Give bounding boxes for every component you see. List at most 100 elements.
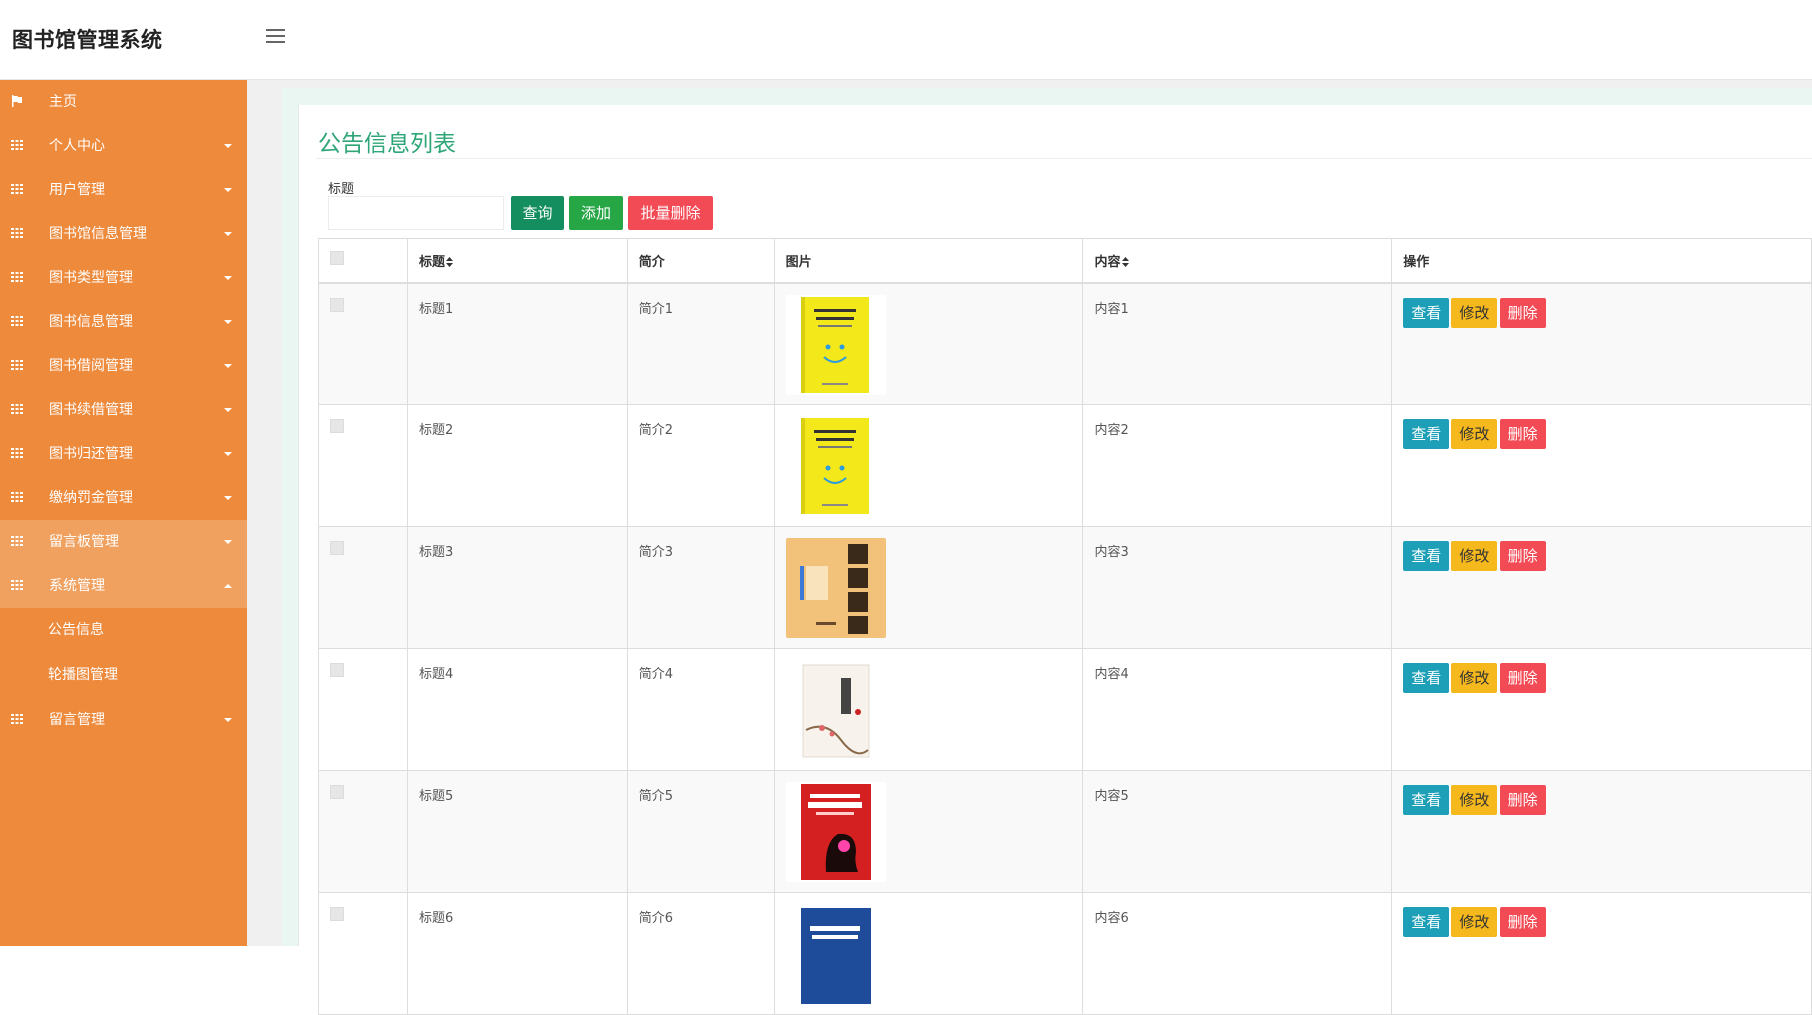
sidebar-item-book-info[interactable]: 图书信息管理 (0, 300, 247, 344)
column-header-image: 图片 (773, 238, 1084, 284)
cell-title: 标题4 (406, 648, 628, 771)
chevron-down-icon (224, 276, 232, 280)
sort-icon (1121, 257, 1129, 268)
edit-button[interactable]: 修改 (1451, 785, 1498, 815)
cell-intro: 简介2 (626, 404, 775, 527)
book-cover-image (785, 782, 886, 882)
sidebar-subitem-carousel[interactable]: 轮播图管理 (0, 653, 247, 698)
delete-button[interactable]: 删除 (1499, 785, 1546, 815)
book-cover-image (785, 416, 886, 516)
sidebar-item-home[interactable]: 主页 (0, 80, 247, 124)
row-checkbox[interactable] (330, 541, 344, 555)
batch-delete-button[interactable]: 批量删除 (628, 196, 713, 230)
edit-button[interactable]: 修改 (1451, 541, 1498, 571)
column-header-title[interactable]: 标题 (406, 238, 628, 284)
chevron-down-icon (224, 452, 232, 456)
column-header-content[interactable]: 内容 (1082, 238, 1393, 284)
grid-icon (11, 228, 23, 238)
column-header-label: 内容 (1094, 254, 1121, 270)
sidebar-item-book-type[interactable]: 图书类型管理 (0, 256, 247, 300)
sidebar-item-label: 系统管理 (49, 578, 105, 594)
row-checkbox[interactable] (330, 419, 344, 433)
grid-icon (11, 404, 23, 414)
delete-button[interactable]: 删除 (1499, 541, 1546, 571)
row-checkbox[interactable] (330, 907, 344, 921)
view-button[interactable]: 查看 (1403, 785, 1450, 815)
cell-content: 内容5 (1082, 770, 1393, 893)
view-button[interactable]: 查看 (1403, 419, 1450, 449)
cell-content: 内容3 (1082, 526, 1393, 649)
flag-icon (12, 95, 22, 107)
delete-button[interactable]: 删除 (1499, 419, 1546, 449)
delete-button[interactable]: 删除 (1499, 907, 1546, 937)
cell-title: 标题1 (406, 282, 628, 405)
sidebar-item-label: 图书续借管理 (49, 402, 133, 418)
book-cover-image (785, 660, 886, 760)
sidebar-item-label: 缴纳罚金管理 (49, 490, 133, 506)
search-input[interactable] (328, 196, 504, 230)
cell-intro: 简介4 (626, 648, 775, 771)
edit-button[interactable]: 修改 (1451, 907, 1498, 937)
chevron-down-icon (224, 408, 232, 412)
delete-button[interactable]: 删除 (1499, 297, 1546, 328)
sidebar-item-book-borrow[interactable]: 图书借阅管理 (0, 344, 247, 388)
cell-content: 内容2 (1082, 404, 1393, 527)
search-label: 标题 (328, 182, 355, 197)
view-button[interactable]: 查看 (1403, 663, 1450, 693)
cell-title: 标题2 (406, 404, 628, 527)
sidebar-item-label: 留言管理 (49, 712, 105, 728)
grid-icon (11, 536, 23, 546)
view-button[interactable]: 查看 (1403, 541, 1450, 571)
query-button[interactable]: 查询 (511, 196, 564, 230)
chevron-up-icon (224, 584, 232, 588)
table-row: 标题1 简介1 内容1 查看 修改 删除 (318, 282, 1812, 405)
edit-button[interactable]: 修改 (1451, 419, 1498, 449)
add-button[interactable]: 添加 (569, 196, 623, 230)
sidebar-item-personal-center[interactable]: 个人中心 (0, 124, 247, 168)
sort-icon (445, 257, 453, 268)
view-button[interactable]: 查看 (1403, 297, 1450, 328)
sidebar: 主页 个人中心 用户管理 图书馆信息管理 图书类型管理 图书信息管理 图书借阅管… (0, 80, 247, 946)
divider (316, 158, 1812, 159)
sidebar-item-book-return[interactable]: 图书归还管理 (0, 432, 247, 476)
row-checkbox[interactable] (330, 663, 344, 677)
table-header-row: 标题 简介 图片 内容 操作 (318, 238, 1812, 284)
row-checkbox[interactable] (330, 785, 344, 799)
menu-toggle-icon[interactable] (266, 29, 285, 43)
chevron-down-icon (224, 540, 232, 544)
sidebar-item-label: 图书信息管理 (49, 314, 133, 330)
sidebar-item-fine-payment[interactable]: 缴纳罚金管理 (0, 476, 247, 520)
chevron-down-icon (224, 144, 232, 148)
row-checkbox[interactable] (330, 297, 344, 312)
chevron-down-icon (224, 320, 232, 324)
edit-button[interactable]: 修改 (1451, 663, 1498, 693)
grid-icon (11, 316, 23, 326)
sidebar-item-system-management[interactable]: 系统管理 (0, 564, 247, 608)
sidebar-item-label: 图书借阅管理 (49, 358, 133, 374)
sidebar-item-message-management[interactable]: 留言管理 (0, 698, 247, 742)
edit-button[interactable]: 修改 (1451, 297, 1498, 328)
table-row: 标题6 简介6 内容6 查看 修改 删除 (318, 892, 1812, 1015)
grid-icon (11, 492, 23, 502)
sidebar-item-book-renew[interactable]: 图书续借管理 (0, 388, 247, 432)
view-button[interactable]: 查看 (1403, 907, 1450, 937)
sidebar-item-user-management[interactable]: 用户管理 (0, 168, 247, 212)
book-cover-image (785, 538, 886, 638)
grid-icon (11, 272, 23, 282)
sidebar-item-message-board[interactable]: 留言板管理 (0, 520, 247, 564)
grid-icon (11, 448, 23, 458)
sidebar-item-label: 个人中心 (49, 138, 105, 154)
sidebar-item-library-info[interactable]: 图书馆信息管理 (0, 212, 247, 256)
column-header-label: 图片 (785, 254, 812, 270)
table-row: 标题5 简介5 内容5 查看 修改 删除 (318, 770, 1812, 893)
delete-button[interactable]: 删除 (1499, 663, 1546, 693)
cell-content: 内容1 (1082, 282, 1393, 405)
sidebar-subitem-announcement[interactable]: 公告信息 (0, 608, 247, 653)
cell-title: 标题3 (406, 526, 628, 649)
cell-image (773, 648, 1084, 771)
select-all-checkbox[interactable] (330, 251, 344, 266)
cell-actions: 查看 修改 删除 (1391, 526, 1812, 649)
chevron-down-icon (224, 232, 232, 236)
book-cover-image (785, 904, 886, 1004)
grid-icon (11, 140, 23, 150)
